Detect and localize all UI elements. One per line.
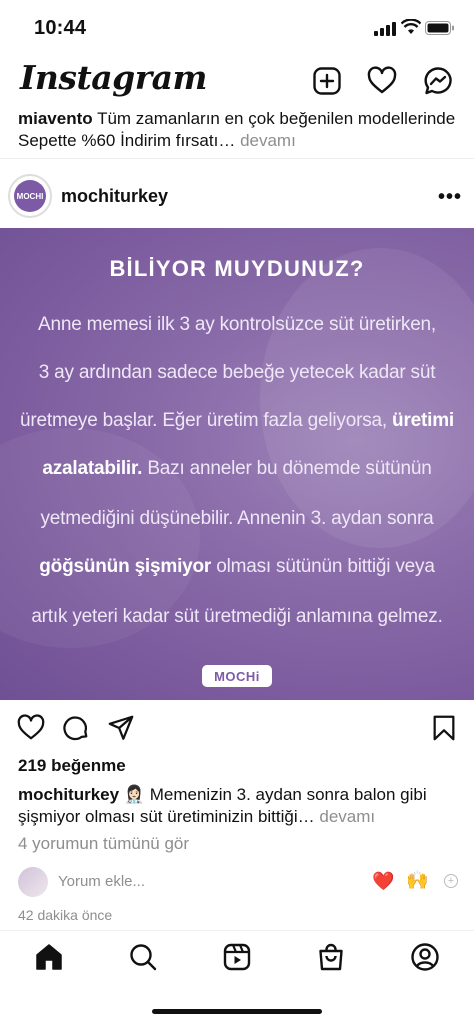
caption-username[interactable]: mochiturkey [18, 785, 119, 804]
shop-icon[interactable] [316, 942, 346, 972]
previous-post-username[interactable]: miavento [18, 109, 93, 128]
like-icon[interactable] [17, 714, 45, 742]
new-post-icon[interactable] [312, 66, 342, 96]
home-icon[interactable] [34, 942, 64, 972]
image-text-span: üretmeye başlar. Eğer üretim fazla geliy… [20, 410, 387, 431]
wifi-icon [401, 19, 421, 34]
image-text-line: göğsünün şişmiyor olması sütünün bittiği… [0, 556, 474, 578]
image-text-bold: göğsünün şişmiyor [39, 556, 212, 577]
add-comment-input[interactable]: Yorum ekle... [58, 873, 145, 890]
status-time: 10:44 [34, 17, 87, 39]
profile-icon[interactable] [410, 942, 440, 972]
post-caption: mochiturkey 👩🏻‍⚕️ Memenizin 3. aydan son… [18, 784, 458, 828]
divider [0, 158, 474, 159]
share-icon[interactable] [107, 714, 135, 742]
post-image[interactable]: BİLİYOR MUYDUNUZ? Anne memesi ilk 3 ay k… [0, 228, 474, 700]
signal-icon [374, 22, 396, 36]
image-text-bold: azalatabilir. [42, 458, 143, 479]
image-text-span: olması sütünün bittiği veya [216, 556, 435, 577]
previous-post-caption: miavento Tüm zamanların en çok beğenilen… [18, 108, 458, 152]
image-text-line: üretmeye başlar. Eğer üretim fazla geliy… [0, 410, 474, 432]
image-title: BİLİYOR MUYDUNUZ? [109, 256, 365, 281]
view-all-comments-link[interactable]: 4 yorumun tümünü gör [18, 834, 189, 854]
quick-reaction-heart[interactable]: ❤️ [372, 871, 394, 892]
quick-reaction-raised-hands[interactable]: 🙌 [406, 870, 428, 891]
image-text-line: 3 ay ardından sadece bebeğe yetecek kada… [38, 362, 436, 383]
home-indicator [152, 1009, 322, 1014]
post-timestamp: 42 dakika önce [18, 907, 113, 923]
battery-icon [425, 21, 454, 35]
bookmark-icon[interactable] [430, 714, 458, 742]
instagram-logo[interactable]: Instagram [20, 58, 207, 97]
caption-avatar-emoji: 👩🏻‍⚕️ [123, 785, 145, 804]
add-reaction-icon[interactable]: + [444, 874, 458, 888]
post-username[interactable]: mochiturkey [61, 186, 168, 207]
image-text-span: Bazı anneler bu dönemde sütünün [147, 458, 432, 479]
user-avatar [18, 867, 48, 897]
search-icon[interactable] [128, 942, 158, 972]
post-avatar[interactable]: MOCHI [14, 180, 46, 212]
mochi-logo: MOCHi [202, 665, 272, 687]
image-text-line: artık yeteri kadar süt üretmediği anlamı… [31, 606, 443, 627]
reels-icon[interactable] [222, 942, 252, 972]
previous-post-more-link[interactable]: devamı [240, 131, 296, 150]
status-bar: 10:44 [0, 0, 474, 52]
image-text-line: Anne memesi ilk 3 ay kontrolsüzce süt ür… [37, 314, 437, 335]
comment-icon[interactable] [62, 714, 90, 742]
more-options-icon[interactable]: ••• [438, 186, 462, 209]
heart-icon[interactable] [367, 66, 397, 96]
image-text-line: azalatabilir. Bazı anneler bu dönemde sü… [0, 458, 474, 480]
image-text-line: yetmediğini düşünebilir. Annenin 3. ayda… [40, 508, 434, 529]
messenger-icon[interactable] [423, 66, 453, 96]
caption-more-link[interactable]: devamı [319, 807, 375, 826]
image-texture [260, 248, 474, 548]
image-text-bold: üretimi [392, 410, 454, 431]
likes-count[interactable]: 219 beğenme [18, 756, 126, 776]
